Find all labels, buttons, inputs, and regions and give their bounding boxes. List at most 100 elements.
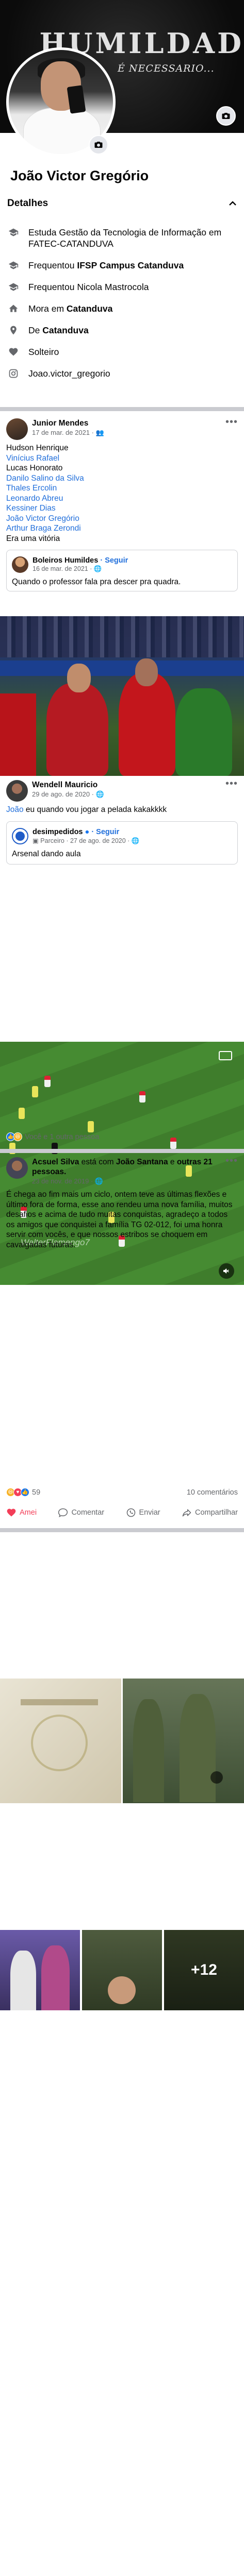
mute-button[interactable]	[210, 1771, 223, 1784]
detail-relationship[interactable]: Solteiro	[7, 346, 237, 358]
player-figure	[119, 673, 175, 776]
love-button[interactable]: Amei	[6, 1507, 37, 1518]
more-options-button[interactable]: •••	[225, 1156, 238, 1166]
post-author[interactable]: Acsuel Silva	[32, 1158, 79, 1166]
graduation-cap-icon	[7, 281, 20, 293]
comment-icon	[58, 1508, 68, 1517]
detail-from[interactable]: De Catanduva	[7, 325, 237, 336]
share-button[interactable]: Compartilhar	[182, 1507, 238, 1518]
post-actions: Amei Comentar Enviar Compartilhar	[0, 1507, 244, 1518]
post-author[interactable]: Wendell Mauricio	[32, 780, 225, 790]
heart-icon	[7, 1509, 16, 1517]
details-header[interactable]: Detalhes	[7, 198, 237, 209]
comment-label: Comentar	[71, 1509, 105, 1517]
grid-photo-group[interactable]	[0, 1930, 80, 2010]
more-options-button[interactable]: •••	[225, 417, 238, 427]
city-link[interactable]: Catanduva	[67, 303, 112, 314]
tag-link[interactable]: João Victor Gregório	[6, 514, 238, 524]
shared-post[interactable]: Boleiros Humildes · Seguir 16 de mar. de…	[6, 550, 238, 591]
profile-name: João Victor Gregório	[10, 168, 149, 183]
tag-link[interactable]: Danilo Salino da Silva	[6, 473, 238, 484]
haha-reaction-icon: 😆	[13, 1132, 22, 1141]
player-dot	[19, 1108, 25, 1119]
tag-link[interactable]: Leonardo Abreu	[6, 494, 238, 504]
tagged-person[interactable]: João Santana	[116, 1158, 168, 1166]
photo-grid-row2: +12	[0, 1930, 244, 2010]
reaction-text: Você e 1 outra pessoa	[25, 1132, 100, 1141]
post-acsuel-silva: Acsuel Silva está com João Santana e out…	[0, 1156, 244, 1250]
text-line: está com	[79, 1158, 116, 1166]
tag-link[interactable]: Arthur Braga Zerondi	[6, 523, 238, 534]
text-line: Lucas Honorato	[6, 464, 63, 472]
post-wendell-mauricio: Wendell Mauricio 29 de ago. de 2020 · 🌐 …	[0, 778, 244, 865]
city-link[interactable]: Catanduva	[42, 325, 88, 335]
chevron-up-icon[interactable]	[229, 201, 237, 206]
detail-education-nicola[interactable]: Frequentou Nicola Mastrocola	[7, 281, 237, 293]
detail-instagram[interactable]: Joao.victor_gregorio	[7, 368, 237, 379]
text-line: Era uma vitória	[6, 534, 60, 543]
edit-cover-camera-button[interactable]	[216, 106, 236, 126]
post-photo[interactable]	[0, 616, 244, 776]
globe-icon: 🌐	[93, 565, 102, 572]
mute-button[interactable]	[219, 1263, 234, 1279]
picture-in-picture-icon[interactable]	[219, 1051, 232, 1060]
section-separator	[0, 407, 244, 411]
text-line: e	[168, 1158, 177, 1166]
detail-education-current[interactable]: Estuda Gestão da Tecnologia de Informaçã…	[7, 227, 237, 249]
tag-link[interactable]: Vinícius Rafael	[6, 453, 238, 464]
tag-link[interactable]: Kessiner Dias	[6, 503, 238, 514]
school-link[interactable]: IFSP Campus Catanduva	[77, 260, 184, 270]
more-options-button[interactable]: •••	[225, 778, 238, 789]
avatar[interactable]	[6, 418, 28, 440]
post-time[interactable]: 23 de nov. de 2019 ·	[32, 1177, 95, 1185]
shared-author[interactable]: desimpedidos	[32, 828, 83, 836]
player-figure	[46, 683, 108, 776]
tag-link[interactable]: Thales Ercolin	[6, 483, 238, 494]
post-time[interactable]: 17 de mar. de 2021 ·	[32, 429, 96, 436]
photo-grid	[0, 1679, 244, 1803]
avatar[interactable]	[6, 1157, 28, 1179]
send-label: Enviar	[139, 1509, 160, 1517]
globe-icon: 🌐	[94, 1177, 104, 1185]
speaker-muted-icon	[223, 1268, 229, 1274]
detail-text: Solteiro	[28, 347, 59, 357]
shared-post[interactable]: desimpedidos ● · Seguir ▣ Parceiro · 27 …	[6, 821, 238, 865]
more-photos-count: +12	[164, 1930, 244, 2010]
camera-icon	[94, 142, 103, 148]
comment-button[interactable]: Comentar	[58, 1507, 104, 1518]
avatar[interactable]	[12, 556, 28, 573]
section-separator	[0, 1528, 244, 1532]
share-label: Compartilhar	[195, 1509, 238, 1517]
reaction-summary[interactable]: 👍 😆 Você e 1 outra pessoa	[0, 1132, 244, 1141]
grid-photo-troop[interactable]	[82, 1930, 162, 2010]
comments-count[interactable]: 10 comentários	[187, 1488, 238, 1497]
avatar[interactable]	[6, 780, 28, 802]
shared-time[interactable]: 16 de mar. de 2021 ·	[32, 565, 94, 572]
like-reaction-icon: 👍	[21, 1488, 29, 1497]
reaction-summary[interactable]: 😆 ♥ 👍 59 10 comentários	[0, 1488, 244, 1497]
detail-prefix: Mora em	[28, 303, 67, 314]
graduation-cap-icon	[7, 260, 20, 271]
post-time[interactable]: 29 de ago. de 2020 ·	[32, 790, 96, 798]
post-text: Hudson Henrique Vinícius Rafael Lucas Ho…	[0, 443, 244, 544]
post-author[interactable]: Junior Mendes	[32, 418, 225, 428]
detail-lives-in[interactable]: Mora em Catanduva	[7, 303, 237, 314]
grid-photo-more[interactable]: +12	[164, 1930, 244, 2010]
partner-badge: Parceiro	[40, 837, 64, 844]
grid-photo-certificate[interactable]	[0, 1679, 121, 1803]
detail-education-ifsp[interactable]: Frequentou IFSP Campus Catanduva	[7, 260, 237, 271]
avatar[interactable]	[12, 827, 28, 844]
follow-button[interactable]: · Seguir	[91, 828, 119, 836]
share-icon	[182, 1509, 191, 1517]
details-heading: Detalhes	[7, 198, 48, 209]
text-line: Hudson Henrique	[6, 444, 69, 452]
post-text: João eu quando vou jogar a pelada kakakk…	[0, 805, 244, 815]
tag-link[interactable]: João	[6, 805, 24, 814]
follow-button[interactable]: · Seguir	[100, 556, 128, 565]
shared-time[interactable]: · 27 de ago. de 2020 ·	[64, 837, 132, 844]
send-button[interactable]: Enviar	[126, 1507, 160, 1518]
cover-subtitle: É NECESSARIO...	[118, 63, 215, 74]
grid-photo-soldiers[interactable]	[123, 1679, 244, 1803]
shared-author[interactable]: Boleiros Humildes	[32, 556, 98, 565]
edit-profile-picture-button[interactable]	[89, 135, 108, 155]
